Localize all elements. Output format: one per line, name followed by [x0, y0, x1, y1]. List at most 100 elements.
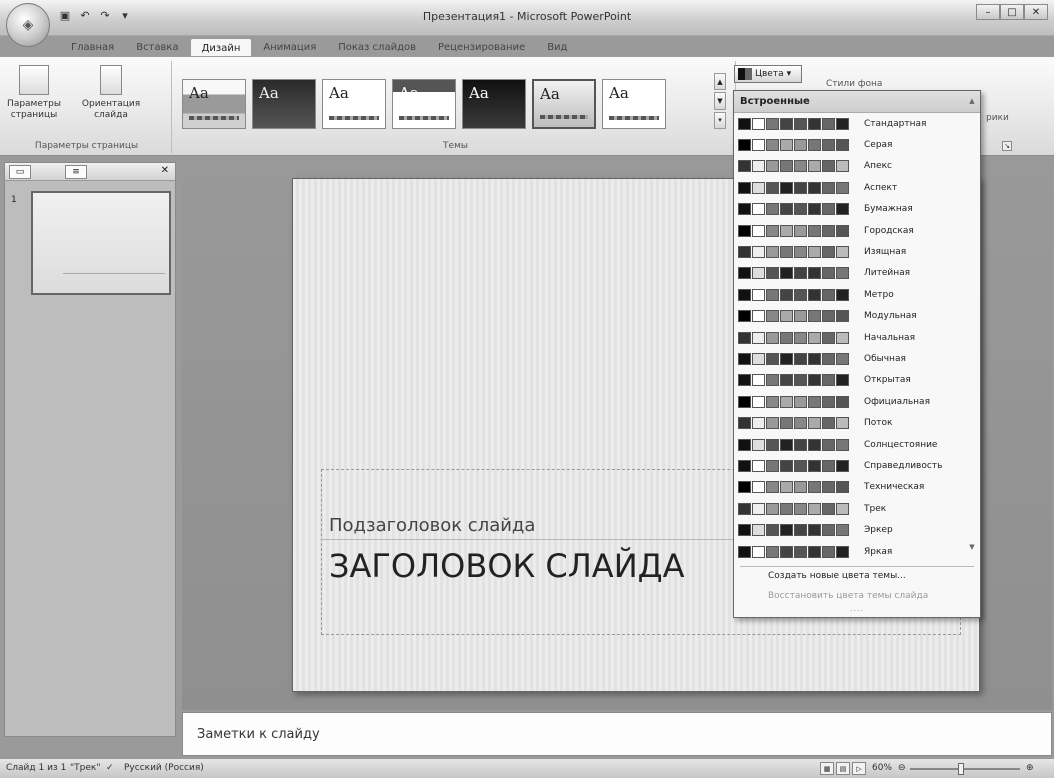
themes-scroll: ▲ ▼ ▾: [714, 73, 726, 129]
color-scheme-item[interactable]: Открытая: [734, 370, 980, 391]
color-swatch: [766, 117, 779, 130]
zoom-knob[interactable]: [958, 763, 964, 775]
slide-subtitle[interactable]: Подзаголовок слайда: [329, 515, 535, 536]
color-swatch-group: [738, 160, 856, 173]
theme-thumbnail[interactable]: Aa: [392, 79, 456, 129]
language-indicator[interactable]: Русский (Россия): [124, 763, 204, 773]
color-swatch: [822, 524, 835, 537]
color-scheme-item[interactable]: Трек: [734, 498, 980, 519]
color-scheme-item[interactable]: Серая: [734, 134, 980, 155]
theme-thumbnail[interactable]: Aa: [602, 79, 666, 129]
tab-insert[interactable]: Вставка: [125, 38, 189, 58]
tab-home[interactable]: Главная: [60, 38, 125, 58]
dialog-launcher-icon[interactable]: ↘: [1002, 141, 1012, 151]
color-swatch-group: [738, 481, 856, 494]
maximize-icon[interactable]: □: [1000, 4, 1024, 20]
color-swatch: [738, 267, 751, 280]
color-scheme-item[interactable]: Техническая: [734, 477, 980, 498]
color-swatch: [780, 246, 793, 259]
notes-pane[interactable]: Заметки к слайду: [182, 712, 1052, 756]
zoom-out-icon[interactable]: ⊖: [898, 763, 906, 773]
color-scheme-name: Метро: [864, 289, 894, 300]
scroll-down-icon[interactable]: ▼: [714, 92, 726, 110]
color-swatch: [780, 502, 793, 515]
slideshow-view-icon[interactable]: ▷: [852, 762, 866, 775]
color-swatch: [808, 203, 821, 216]
color-swatch-group: [738, 459, 856, 472]
tab-slideshow[interactable]: Показ слайдов: [327, 38, 427, 58]
color-scheme-item[interactable]: Эркер: [734, 519, 980, 540]
color-scheme-name: Официальная: [864, 396, 930, 407]
slide-title[interactable]: ЗАГОЛОВОК СЛАЙДА: [329, 547, 685, 585]
color-scheme-item[interactable]: Солнцестояние: [734, 434, 980, 455]
color-swatch: [836, 502, 849, 515]
slide-orientation-button[interactable]: Ориентация слайда: [76, 65, 146, 121]
color-scheme-item[interactable]: Литейная: [734, 263, 980, 284]
scroll-up-icon[interactable]: ▲: [714, 73, 726, 91]
color-scheme-item[interactable]: Модульная: [734, 306, 980, 327]
color-swatch: [738, 288, 751, 301]
color-scheme-item[interactable]: Метро: [734, 284, 980, 305]
tab-review[interactable]: Рецензирование: [427, 38, 536, 58]
color-scheme-item[interactable]: Апекс: [734, 156, 980, 177]
color-swatch: [836, 267, 849, 280]
tab-view[interactable]: Вид: [536, 38, 578, 58]
theme-thumbnail[interactable]: Aa: [322, 79, 386, 129]
slide-thumbnail[interactable]: [31, 191, 171, 295]
slides-tab-icon[interactable]: ▭: [9, 165, 31, 179]
page-setup-group: Параметры страницы Ориентация слайда Пар…: [2, 61, 172, 153]
background-styles-button[interactable]: Стили фона: [826, 79, 882, 89]
color-swatch: [766, 352, 779, 365]
dropdown-scrollbar[interactable]: ▲ ▼: [966, 93, 978, 573]
theme-thumbnail[interactable]: Aa: [182, 79, 246, 129]
color-scheme-name: Стандартная: [864, 118, 927, 129]
zoom-level[interactable]: 60%: [872, 763, 892, 773]
create-theme-colors-item[interactable]: Создать новые цвета темы...: [734, 567, 980, 587]
color-scheme-item[interactable]: Обычная: [734, 348, 980, 369]
close-icon[interactable]: ✕: [1024, 4, 1048, 20]
sorter-view-icon[interactable]: ▤: [836, 762, 850, 775]
tab-design[interactable]: Дизайн: [189, 38, 253, 58]
color-swatch: [808, 524, 821, 537]
office-button[interactable]: ◈: [6, 3, 50, 47]
color-swatch: [836, 481, 849, 494]
color-scheme-item[interactable]: Официальная: [734, 391, 980, 412]
color-scheme-item[interactable]: Поток: [734, 412, 980, 433]
scroll-up-icon[interactable]: ▲: [966, 97, 978, 105]
color-swatch: [752, 459, 765, 472]
minimize-icon[interactable]: –: [976, 4, 1000, 20]
color-scheme-item[interactable]: Стандартная: [734, 113, 980, 134]
scroll-down-icon[interactable]: ▼: [966, 543, 978, 551]
color-scheme-item[interactable]: Яркая: [734, 541, 980, 562]
zoom-slider[interactable]: [910, 763, 1020, 775]
spellcheck-icon[interactable]: ✓: [106, 763, 114, 773]
theme-colors-button[interactable]: Цвета ▾: [734, 65, 802, 83]
color-swatch-group: [738, 545, 856, 558]
color-scheme-item[interactable]: Бумажная: [734, 199, 980, 220]
color-swatch: [738, 181, 751, 194]
normal-view-icon[interactable]: ▦: [820, 762, 834, 775]
theme-sample-text: Aa: [540, 85, 560, 103]
color-swatch: [766, 160, 779, 173]
color-swatch: [780, 545, 793, 558]
theme-thumbnail[interactable]: Aa: [252, 79, 316, 129]
color-scheme-item[interactable]: Городская: [734, 220, 980, 241]
resize-grip-icon[interactable]: ····: [734, 607, 980, 615]
theme-thumbnail[interactable]: Aa: [462, 79, 526, 129]
color-swatch: [836, 352, 849, 365]
tab-animation[interactable]: Анимация: [252, 38, 327, 58]
color-swatch: [738, 395, 751, 408]
hide-background-label[interactable]: рики: [986, 113, 1009, 123]
color-swatch: [794, 481, 807, 494]
color-scheme-item[interactable]: Изящная: [734, 241, 980, 262]
theme-thumbnail-selected[interactable]: Aa: [532, 79, 596, 129]
pane-close-icon[interactable]: ✕: [161, 165, 169, 176]
zoom-in-icon[interactable]: ⊕: [1026, 763, 1034, 773]
more-icon[interactable]: ▾: [714, 111, 726, 129]
color-scheme-item[interactable]: Аспект: [734, 177, 980, 198]
color-scheme-item[interactable]: Справедливость: [734, 455, 980, 476]
page-setup-button[interactable]: Параметры страницы: [6, 65, 62, 121]
outline-tab-icon[interactable]: ≡: [65, 165, 87, 179]
color-swatch: [766, 288, 779, 301]
color-scheme-item[interactable]: Начальная: [734, 327, 980, 348]
